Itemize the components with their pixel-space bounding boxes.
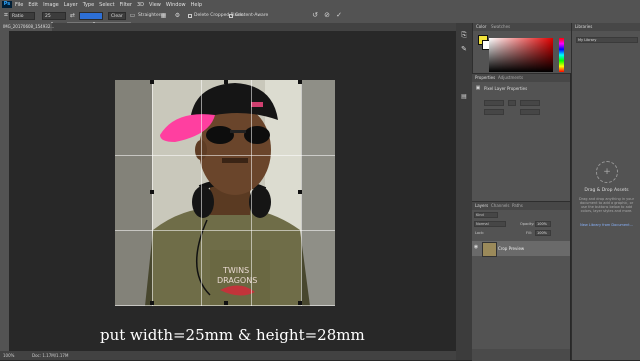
- crop-handle[interactable]: [298, 190, 302, 194]
- new-library-link[interactable]: New Library from Document...: [575, 223, 638, 227]
- menu-filter[interactable]: Filter: [120, 2, 132, 8]
- instruction-caption: put width=25mm & height=28mm: [100, 326, 365, 344]
- tab-color[interactable]: Color: [476, 24, 486, 29]
- layers-panel: Layers Channels Paths Kind Normal Opacit…: [472, 201, 570, 361]
- svg-text:TWINS: TWINS: [222, 266, 249, 275]
- document-tab[interactable]: IMG_20170608_154932...: [0, 23, 54, 31]
- menu-select[interactable]: Select: [99, 2, 114, 8]
- crop-height-field[interactable]: [79, 12, 103, 20]
- fill-label: Fill:: [526, 231, 532, 235]
- crop-grid-line: [201, 80, 202, 306]
- doc-size: Doc: 1.17M/1.17M: [32, 353, 69, 358]
- brush-settings-icon[interactable]: ✎: [460, 45, 468, 53]
- crop-handle[interactable]: [298, 301, 302, 305]
- tab-channels[interactable]: Channels: [491, 203, 510, 208]
- crop-grid-line: [115, 305, 335, 306]
- layer-row[interactable]: ◉ Crop Preview: [472, 241, 570, 257]
- fill-field[interactable]: 100%: [535, 230, 551, 236]
- link-prop-field[interactable]: [508, 100, 516, 106]
- crop-grid-line: [251, 80, 252, 306]
- drag-assets-title: Drag & Drop Assets: [584, 188, 629, 193]
- reset-icon[interactable]: ↺: [311, 11, 319, 20]
- tab-swatches[interactable]: Swatches: [491, 24, 510, 29]
- ratio-select[interactable]: Ratio: [9, 12, 35, 20]
- pixel-layer-icon: ▣: [475, 85, 481, 91]
- width-prop-field[interactable]: [484, 100, 504, 106]
- menu-edit[interactable]: Edit: [28, 2, 38, 8]
- crop-handle[interactable]: [298, 80, 302, 84]
- visibility-eye-icon[interactable]: ◉: [473, 244, 479, 250]
- status-bar: 100% Doc: 1.17M/1.17M: [0, 351, 456, 360]
- y-prop-field[interactable]: [520, 109, 540, 115]
- straighten-label: Straighten: [138, 13, 162, 18]
- checkmark-icon[interactable]: ✓: [335, 11, 343, 20]
- crop-handle[interactable]: [150, 80, 154, 84]
- document-tab-bar: IMG_20170608_154932...: [0, 23, 456, 31]
- history-icon[interactable]: ⎘: [460, 31, 468, 40]
- menu-view[interactable]: View: [149, 2, 161, 8]
- clear-button[interactable]: Clear: [108, 12, 126, 20]
- menu-layer[interactable]: Layer: [64, 2, 78, 8]
- tab-properties[interactable]: Properties: [475, 75, 495, 80]
- x-prop-field[interactable]: [484, 109, 504, 115]
- menu-image[interactable]: Image: [43, 2, 59, 8]
- settings-gear-icon[interactable]: ⚙: [174, 11, 181, 20]
- crop-shade-left: [115, 80, 152, 306]
- libraries-panel: Libraries My Library + Drag & Drop Asset…: [571, 23, 640, 360]
- tab-layers[interactable]: Layers: [475, 203, 488, 208]
- crop-handle[interactable]: [150, 301, 154, 305]
- color-panel-tabs: [473, 23, 571, 31]
- crop-width-field[interactable]: 25: [42, 12, 66, 20]
- content-aware-checkbox[interactable]: [229, 14, 233, 18]
- color-panel: Color Swatches: [472, 23, 571, 73]
- tab-libraries[interactable]: Libraries: [575, 24, 592, 29]
- panel-icon-strip: ⎘ ✎ ▤: [456, 23, 472, 360]
- library-select[interactable]: My Library: [576, 37, 638, 43]
- menu-file[interactable]: File: [15, 2, 23, 8]
- opacity-label: Opacity:: [520, 222, 535, 226]
- crop-handle[interactable]: [150, 190, 154, 194]
- photoshop-app-icon[interactable]: Ps: [2, 1, 12, 8]
- tab-adjustments[interactable]: Adjustments: [498, 75, 523, 80]
- content-aware-label: Content-Aware: [235, 13, 269, 18]
- straighten-icon[interactable]: ▭: [129, 11, 136, 20]
- delete-cropped-checkbox[interactable]: [188, 14, 192, 18]
- blend-mode-select[interactable]: Normal: [474, 221, 506, 227]
- pixel-layer-label: Pixel Layer Properties: [484, 86, 528, 91]
- layer-kind-filter[interactable]: Kind: [474, 212, 498, 218]
- hue-slider[interactable]: [559, 38, 564, 72]
- photo-canvas[interactable]: TWINS DRAGONS: [115, 80, 335, 306]
- crop-grid-line: [115, 230, 335, 231]
- tools-panel: [0, 31, 9, 351]
- crop-shade-right: [301, 80, 335, 306]
- menu-bar: Ps File Edit Image Layer Type Select Fil…: [0, 0, 640, 9]
- layers-footer: [472, 349, 570, 361]
- add-asset-circle[interactable]: +: [596, 161, 618, 183]
- crop-grid-line: [115, 155, 335, 156]
- color-picker-field[interactable]: [489, 38, 553, 72]
- menu-type[interactable]: Type: [83, 2, 94, 8]
- zoom-level[interactable]: 100%: [3, 351, 14, 360]
- crop-handle[interactable]: [224, 301, 228, 305]
- menu-window[interactable]: Window: [166, 2, 186, 8]
- height-prop-field[interactable]: [520, 100, 540, 106]
- drag-assets-desc: Drag and drop anything in your document …: [578, 197, 635, 213]
- cancel-icon[interactable]: ⊘: [323, 11, 331, 20]
- lock-label: Lock:: [475, 231, 485, 235]
- layer-thumbnail: [482, 242, 497, 257]
- menu-help[interactable]: Help: [191, 2, 202, 8]
- properties-icon[interactable]: ▤: [460, 93, 468, 100]
- menu-3d[interactable]: 3D: [137, 2, 144, 8]
- crop-handle[interactable]: [224, 80, 228, 84]
- layer-name: Crop Preview: [498, 246, 525, 251]
- tab-paths[interactable]: Paths: [512, 203, 523, 208]
- opacity-field[interactable]: 100%: [535, 221, 551, 227]
- swap-arrows-icon[interactable]: ⇄: [69, 11, 76, 20]
- properties-panel: Properties Adjustments ▣ Pixel Layer Pro…: [472, 73, 570, 202]
- grid-overlay-icon[interactable]: ▦: [160, 11, 167, 20]
